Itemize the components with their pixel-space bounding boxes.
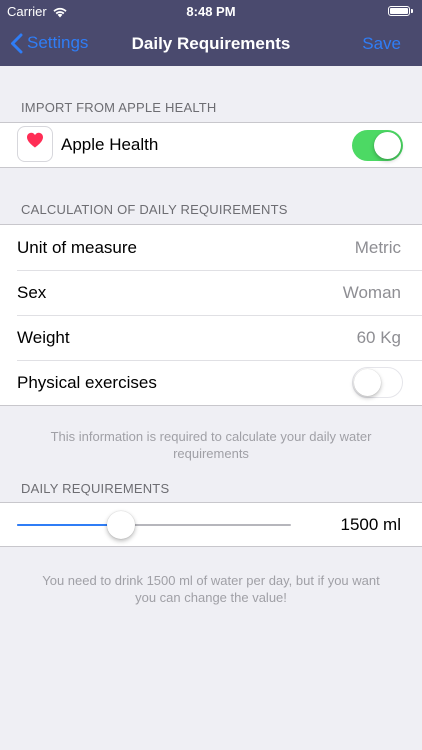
water-slider-fill bbox=[17, 524, 122, 526]
physical-exercises-toggle[interactable] bbox=[352, 367, 403, 398]
navigation-bar: Carrier 8:48 PM Settings Daily Requireme… bbox=[0, 0, 422, 66]
toggle-knob bbox=[354, 368, 381, 396]
row-value: Metric bbox=[354, 237, 401, 257]
physical-exercises-row: Physical exercises bbox=[0, 360, 422, 405]
daily-amount-value: 1500 ml bbox=[340, 515, 401, 534]
unit-of-measure-row[interactable]: Unit of measure Metric bbox=[0, 225, 422, 270]
row-label: Weight bbox=[17, 327, 70, 347]
row-label: Sex bbox=[17, 282, 47, 302]
page-title: Daily Requirements bbox=[131, 34, 291, 53]
daily-footer-note: You need to drink 1500 ml of water per d… bbox=[42, 573, 380, 605]
apple-health-label: Apple Health bbox=[61, 135, 159, 154]
import-section-header: IMPORT FROM APPLE HEALTH bbox=[21, 100, 217, 115]
status-bar: Carrier 8:48 PM bbox=[0, 0, 422, 22]
daily-requirements-group: 1500 ml bbox=[0, 502, 422, 547]
apple-health-row: Apple Health bbox=[0, 123, 422, 167]
heart-icon bbox=[27, 132, 43, 148]
water-slider-track[interactable] bbox=[17, 511, 291, 539]
apple-health-app-icon bbox=[17, 126, 53, 162]
daily-section-header: DAILY REQUIREMENTS bbox=[21, 481, 170, 496]
apple-health-toggle[interactable] bbox=[352, 129, 403, 161]
save-button[interactable]: Save bbox=[362, 34, 401, 54]
row-label: Unit of measure bbox=[17, 237, 137, 257]
calculation-footer-note: This information is required to calculat… bbox=[50, 429, 372, 461]
toggle-knob bbox=[374, 131, 401, 159]
physical-exercises-label: Physical exercises bbox=[17, 372, 157, 392]
calculation-section-header: CALCULATION OF DAILY REQUIREMENTS bbox=[21, 202, 288, 217]
row-value: 60 Kg bbox=[356, 327, 401, 347]
calculation-group: Unit of measure Metric Sex Woman Weight … bbox=[0, 224, 422, 406]
battery-icon bbox=[388, 6, 413, 16]
row-value: Woman bbox=[342, 282, 401, 302]
import-group: Apple Health bbox=[0, 122, 422, 168]
status-time: 8:48 PM bbox=[186, 4, 236, 19]
battery-level bbox=[390, 8, 408, 14]
sex-row[interactable]: Sex Woman bbox=[0, 270, 422, 315]
water-slider-thumb[interactable] bbox=[107, 511, 136, 539]
weight-row[interactable]: Weight 60 Kg bbox=[0, 315, 422, 360]
